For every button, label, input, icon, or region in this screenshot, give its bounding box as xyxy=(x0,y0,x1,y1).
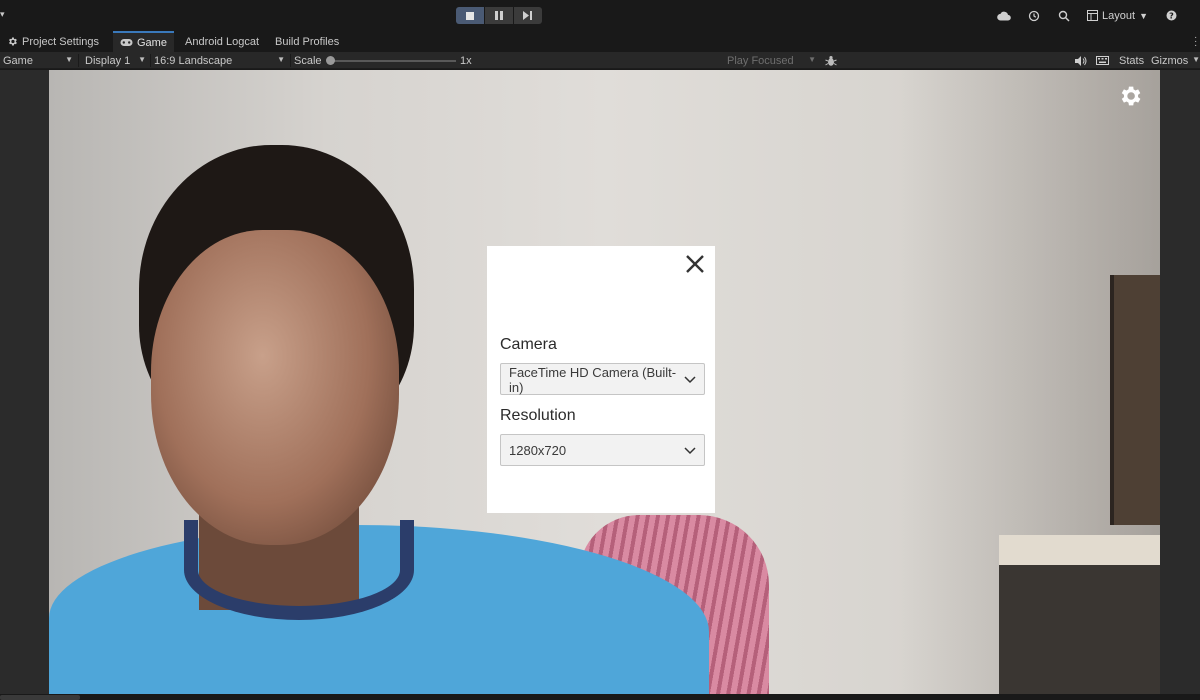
divider xyxy=(78,54,79,67)
scale-label-text: Scale xyxy=(294,54,322,67)
keyboard-button[interactable] xyxy=(1093,52,1113,69)
chevron-down-icon: ▼ xyxy=(808,55,816,64)
close-icon[interactable] xyxy=(683,252,707,276)
debug-button[interactable] xyxy=(822,52,842,69)
scale-value-text: 1x xyxy=(460,54,472,67)
mute-audio-button[interactable] xyxy=(1072,52,1090,69)
tab-label: Build Profiles xyxy=(275,35,340,48)
scale-label: Scale xyxy=(291,52,322,69)
pause-icon xyxy=(495,11,503,20)
tab-label: Project Settings xyxy=(22,35,100,48)
horizontal-scrollbar[interactable] xyxy=(0,695,80,700)
tab-build-profiles[interactable]: Build Profiles xyxy=(268,31,346,52)
tab-label: Game xyxy=(137,36,167,49)
chevron-down-icon xyxy=(684,376,696,384)
keyboard-icon xyxy=(1096,56,1109,65)
display-dropdown[interactable]: Display 1 ▼ xyxy=(82,52,150,69)
chevron-down-icon xyxy=(684,447,696,455)
more-options-icon[interactable]: · · · xyxy=(1194,33,1197,51)
help-button[interactable]: ? xyxy=(1156,7,1186,24)
history-icon xyxy=(1028,10,1040,21)
view-mode-value: Game xyxy=(3,54,33,67)
resolution-dropdown[interactable]: 1280x720 xyxy=(500,434,705,466)
resolution-value: 1280x720 xyxy=(509,443,567,458)
gizmos-dropdown[interactable]: Gizmos ▼ xyxy=(1148,52,1200,69)
chevron-down-icon: ▼ xyxy=(138,55,146,64)
background-shelf-top xyxy=(999,535,1160,565)
scale-slider-handle[interactable] xyxy=(326,56,335,65)
search-icon xyxy=(1058,10,1070,22)
tab-game[interactable]: Game xyxy=(113,31,174,52)
stats-button[interactable]: Stats xyxy=(1116,52,1144,69)
camera-label: Camera xyxy=(500,336,557,353)
tab-label: Android Logcat xyxy=(185,35,259,48)
pause-button[interactable] xyxy=(485,7,513,24)
scale-value: 1x xyxy=(457,52,472,69)
search-button[interactable] xyxy=(1049,7,1079,24)
playmode-controls xyxy=(456,7,542,24)
account-dropdown-icon[interactable]: ▾ xyxy=(0,9,5,20)
person-face xyxy=(151,230,399,545)
camera-value: FaceTime HD Camera (Built-in) xyxy=(509,365,677,395)
toolbar-right-group: Layout ▼ ? xyxy=(989,7,1186,24)
cloud-button[interactable] xyxy=(989,7,1019,24)
display-value: Display 1 xyxy=(85,54,131,67)
camera-settings-panel: Camera FaceTime HD Camera (Built-in) Res… xyxy=(487,246,715,513)
game-view-toolbar: Game ▼ Display 1 ▼ 16:9 Landscape ▼ Scal… xyxy=(0,52,1200,69)
svg-text:?: ? xyxy=(1169,12,1174,21)
play-mode-dropdown[interactable]: Play Focused ▼ xyxy=(724,52,820,69)
camera-dropdown[interactable]: FaceTime HD Camera (Built-in) xyxy=(500,363,705,395)
step-icon xyxy=(523,11,532,20)
aspect-dropdown[interactable]: 16:9 Landscape ▼ xyxy=(151,52,289,69)
tab-android-logcat[interactable]: Android Logcat xyxy=(178,31,266,52)
chevron-down-icon: ▼ xyxy=(1192,55,1200,64)
status-bar xyxy=(0,694,1200,700)
gizmos-label: Gizmos xyxy=(1151,54,1189,67)
aspect-value: 16:9 Landscape xyxy=(154,54,233,67)
layout-dropdown[interactable]: Layout ▼ xyxy=(1079,7,1156,24)
resolution-label: Resolution xyxy=(500,407,576,424)
chevron-down-icon: ▼ xyxy=(1139,10,1148,21)
gear-icon xyxy=(9,37,17,46)
bug-icon xyxy=(825,55,837,66)
background-door xyxy=(1110,275,1160,525)
layout-icon xyxy=(1087,10,1099,21)
view-mode-dropdown[interactable]: Game ▼ xyxy=(0,52,77,69)
layout-label: Layout xyxy=(1102,9,1136,22)
history-button[interactable] xyxy=(1019,7,1049,24)
play-mode-value: Play Focused xyxy=(727,54,794,67)
stop-icon xyxy=(466,11,474,20)
editor-tab-bar: Project Settings Game Android Logcat Bui… xyxy=(0,31,1200,52)
stats-label: Stats xyxy=(1119,54,1145,67)
speaker-icon xyxy=(1075,55,1087,66)
stop-button[interactable] xyxy=(456,7,484,24)
chevron-down-icon: ▼ xyxy=(65,55,73,64)
gamepad-icon xyxy=(120,39,133,46)
scale-slider-track[interactable] xyxy=(328,60,456,62)
cloud-icon xyxy=(997,11,1011,20)
help-icon: ? xyxy=(1166,10,1176,21)
main-toolbar: ▾ Layout ▼ ? xyxy=(0,0,1200,31)
tab-project-settings[interactable]: Project Settings xyxy=(0,31,106,52)
step-button[interactable] xyxy=(514,7,542,24)
chevron-down-icon: ▼ xyxy=(277,55,285,64)
settings-gear-icon[interactable] xyxy=(1117,83,1143,109)
